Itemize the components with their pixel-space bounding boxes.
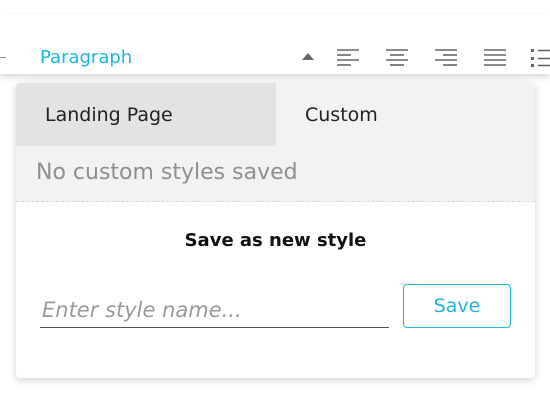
align-justify-icon[interactable]: [483, 48, 507, 68]
toolbar-divider: [0, 57, 6, 58]
formatting-toolbar: Paragraph: [0, 14, 550, 74]
empty-state-message: No custom styles saved: [36, 160, 298, 185]
custom-styles-list: No custom styles saved: [16, 146, 535, 202]
caret-up-icon[interactable]: [302, 53, 314, 60]
bulleted-list-icon[interactable]: [530, 48, 550, 68]
align-left-icon[interactable]: [336, 48, 360, 68]
block-format-select[interactable]: Paragraph: [40, 47, 132, 69]
tab-landing-page[interactable]: Landing Page: [16, 83, 276, 146]
save-style-heading: Save as new style: [184, 230, 367, 251]
save-button[interactable]: Save: [403, 284, 511, 328]
align-center-icon[interactable]: [385, 48, 409, 68]
tab-custom[interactable]: Custom: [276, 83, 535, 146]
style-name-input[interactable]: [40, 292, 389, 328]
styles-panel: Landing Page Custom No custom styles sav…: [16, 83, 535, 378]
styles-tabs: Landing Page Custom: [16, 83, 535, 146]
align-right-icon[interactable]: [434, 48, 458, 68]
